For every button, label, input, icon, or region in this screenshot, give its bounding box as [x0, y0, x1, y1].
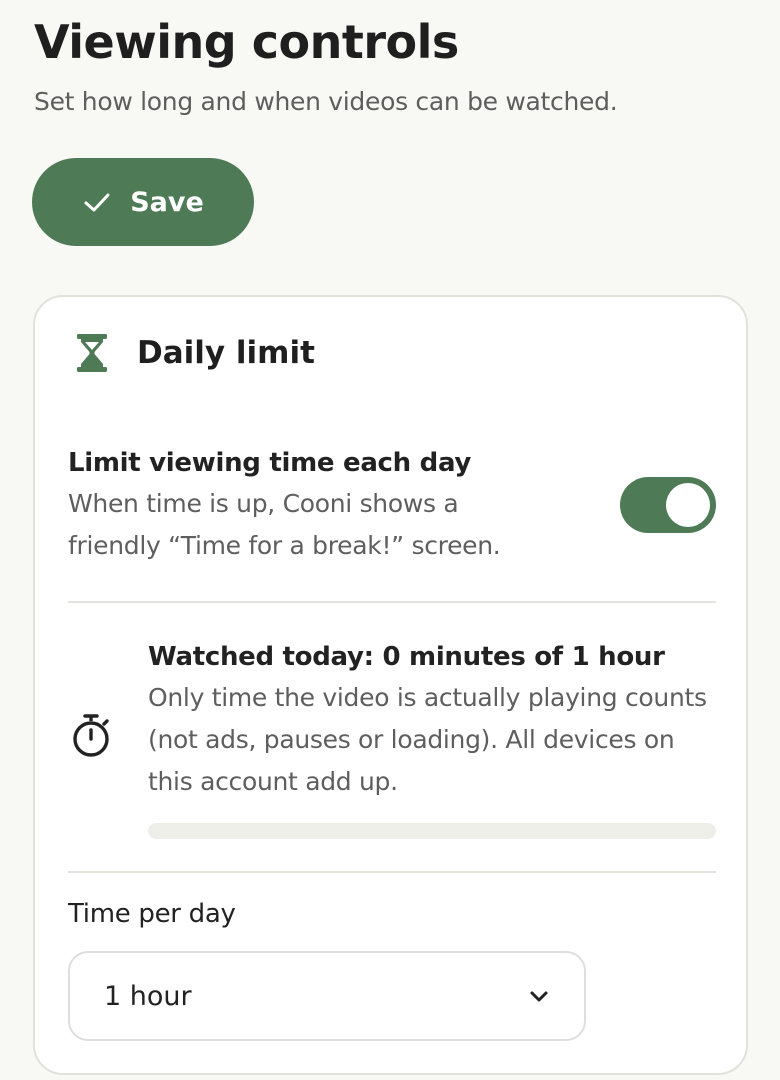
card-title: Daily limit: [137, 335, 315, 371]
check-icon: [84, 193, 110, 212]
limit-toggle-row: Limit viewing time each day When time is…: [68, 443, 716, 567]
page-subtitle: Set how long and when videos can be watc…: [34, 87, 618, 116]
viewing-controls-page: Viewing controls Set how long and when v…: [0, 0, 780, 1080]
card-header: Daily limit: [75, 333, 315, 373]
save-button[interactable]: Save: [32, 158, 254, 246]
usage-summary: Watched today: 0 minutes of 1 hour Only …: [148, 637, 716, 803]
usage-title: Watched today: 0 minutes of 1 hour: [148, 642, 665, 672]
divider: [68, 871, 716, 873]
usage-progress-bar: [148, 823, 716, 839]
limit-toggle-switch[interactable]: [620, 477, 716, 533]
chevron-down-icon: [530, 991, 548, 1002]
hourglass-icon: [77, 334, 107, 372]
stopwatch-icon: [73, 714, 109, 757]
page-title: Viewing controls: [34, 15, 459, 69]
toggle-knob: [666, 483, 710, 527]
divider: [68, 601, 716, 603]
daily-limit-card: Daily limit Limit viewing time each day …: [33, 295, 748, 1075]
time-per-day-select[interactable]: 1 hour: [68, 951, 586, 1041]
usage-description: Only time the video is actually playing …: [148, 683, 707, 796]
time-per-day-value: 1 hour: [104, 980, 192, 1012]
limit-toggle-description: When time is up, Cooni shows a friendly …: [68, 489, 501, 560]
time-per-day-label: Time per day: [68, 899, 236, 929]
save-button-label: Save: [130, 186, 204, 218]
limit-toggle-title: Limit viewing time each day: [68, 448, 472, 478]
